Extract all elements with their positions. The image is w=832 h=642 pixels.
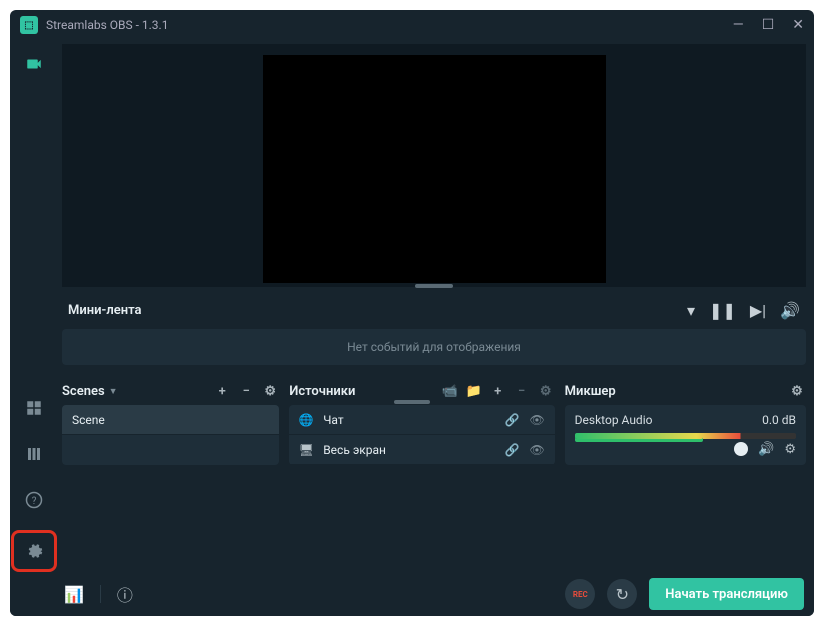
scene-label: Scene bbox=[72, 413, 105, 427]
help-icon: ? bbox=[25, 491, 43, 509]
chevron-down-icon[interactable]: ▼ bbox=[109, 386, 118, 397]
add-camera-button[interactable]: 📹 bbox=[441, 384, 459, 399]
globe-icon: 🌐 bbox=[299, 413, 313, 427]
add-source-button[interactable]: + bbox=[489, 384, 507, 399]
scene-item[interactable]: Scene bbox=[62, 405, 279, 435]
mixer-settings-button[interactable]: ⚙ bbox=[788, 384, 806, 399]
scenes-title[interactable]: Scenes bbox=[62, 384, 105, 399]
monitor-icon: 🖥 bbox=[299, 443, 313, 457]
titlebar: ⬚ Streamlabs OBS - 1.3.1 — ☐ ✕ bbox=[10, 10, 814, 40]
grid-icon bbox=[25, 399, 43, 417]
camera-icon bbox=[25, 55, 43, 73]
info-icon[interactable]: ⓘ bbox=[117, 582, 133, 606]
window-title: Streamlabs OBS - 1.3.1 bbox=[46, 18, 168, 32]
go-live-button[interactable]: Начать трансляцию bbox=[649, 578, 804, 610]
mute-icon[interactable]: 🔊 bbox=[758, 442, 774, 457]
minimize-button[interactable]: — bbox=[733, 17, 744, 33]
mixer-meter bbox=[575, 433, 796, 439]
filter-icon[interactable]: ▾ bbox=[687, 301, 695, 320]
sidebar-editor[interactable] bbox=[18, 48, 50, 80]
visibility-icon[interactable]: 👁 bbox=[529, 413, 544, 427]
mixer-title: Микшер bbox=[565, 384, 616, 399]
sidebar-layouts[interactable] bbox=[18, 392, 50, 424]
svg-text:?: ? bbox=[32, 496, 37, 507]
mixer-channel-level: 0.0 dB bbox=[762, 413, 796, 427]
pause-icon[interactable]: ❚❚ bbox=[709, 301, 736, 320]
remove-scene-button[interactable]: − bbox=[237, 384, 255, 399]
add-folder-button[interactable]: 📁 bbox=[465, 384, 483, 399]
app-logo: ⬚ bbox=[20, 16, 38, 34]
stats-icon[interactable]: 📊 bbox=[64, 585, 84, 604]
record-button[interactable]: REC bbox=[565, 579, 595, 609]
sidebar-studio[interactable] bbox=[18, 438, 50, 470]
add-scene-button[interactable]: + bbox=[213, 384, 231, 399]
preview-area[interactable] bbox=[62, 44, 806, 287]
panels-resize-handle[interactable] bbox=[394, 400, 430, 404]
columns-icon bbox=[25, 445, 43, 463]
visibility-icon[interactable]: 👁 bbox=[529, 443, 544, 457]
sources-title: Источники bbox=[289, 384, 355, 399]
source-label: Чат bbox=[323, 413, 343, 427]
lock-icon[interactable]: 🔗 bbox=[504, 413, 519, 427]
remove-source-button[interactable]: − bbox=[513, 384, 531, 399]
preview-canvas bbox=[263, 55, 606, 283]
volume-icon[interactable]: 🔊 bbox=[780, 301, 800, 320]
mixer-channel: Desktop Audio 0.0 dB 🔊 ⚙ bbox=[565, 405, 806, 465]
mixer-slider-knob[interactable] bbox=[734, 442, 748, 456]
sidebar-help[interactable]: ? bbox=[18, 484, 50, 516]
mixer-channel-name: Desktop Audio bbox=[575, 413, 653, 427]
source-item[interactable]: 🖥 Весь экран 🔗 👁 bbox=[289, 435, 554, 465]
minifeed-panel: Мини-лента ▾ ❚❚ ▶| 🔊 Нет событий для ото… bbox=[62, 297, 806, 365]
minifeed-title: Мини-лента bbox=[68, 303, 142, 318]
preview-resize-handle[interactable] bbox=[415, 284, 453, 288]
channel-gear-icon[interactable]: ⚙ bbox=[784, 442, 796, 457]
maximize-button[interactable]: ☐ bbox=[762, 17, 775, 33]
gear-icon bbox=[25, 542, 43, 560]
settings-highlight bbox=[11, 530, 57, 572]
sidebar: ? bbox=[10, 40, 58, 572]
source-item[interactable]: 🌐 Чат 🔗 👁 bbox=[289, 405, 554, 435]
replay-button[interactable]: ↻ bbox=[607, 579, 637, 609]
footer: 📊 ⓘ REC ↻ Начать трансляцию bbox=[10, 572, 814, 616]
minifeed-empty: Нет событий для отображения bbox=[62, 329, 806, 365]
lock-icon[interactable]: 🔗 bbox=[504, 443, 519, 457]
scenes-panel: Scenes ▼ + − ⚙ Scene bbox=[62, 377, 279, 465]
sources-panel: Источники 📹 📁 + − ⚙ 🌐 Чат 🔗 👁 bbox=[289, 377, 554, 465]
close-button[interactable]: ✕ bbox=[792, 17, 804, 33]
scene-settings-button[interactable]: ⚙ bbox=[261, 384, 279, 399]
source-label: Весь экран bbox=[323, 443, 386, 457]
mixer-panel: Микшер ⚙ Desktop Audio 0.0 dB bbox=[565, 377, 806, 465]
sidebar-settings[interactable] bbox=[18, 535, 50, 567]
skip-icon[interactable]: ▶| bbox=[750, 301, 766, 320]
source-settings-button[interactable]: ⚙ bbox=[537, 384, 555, 399]
